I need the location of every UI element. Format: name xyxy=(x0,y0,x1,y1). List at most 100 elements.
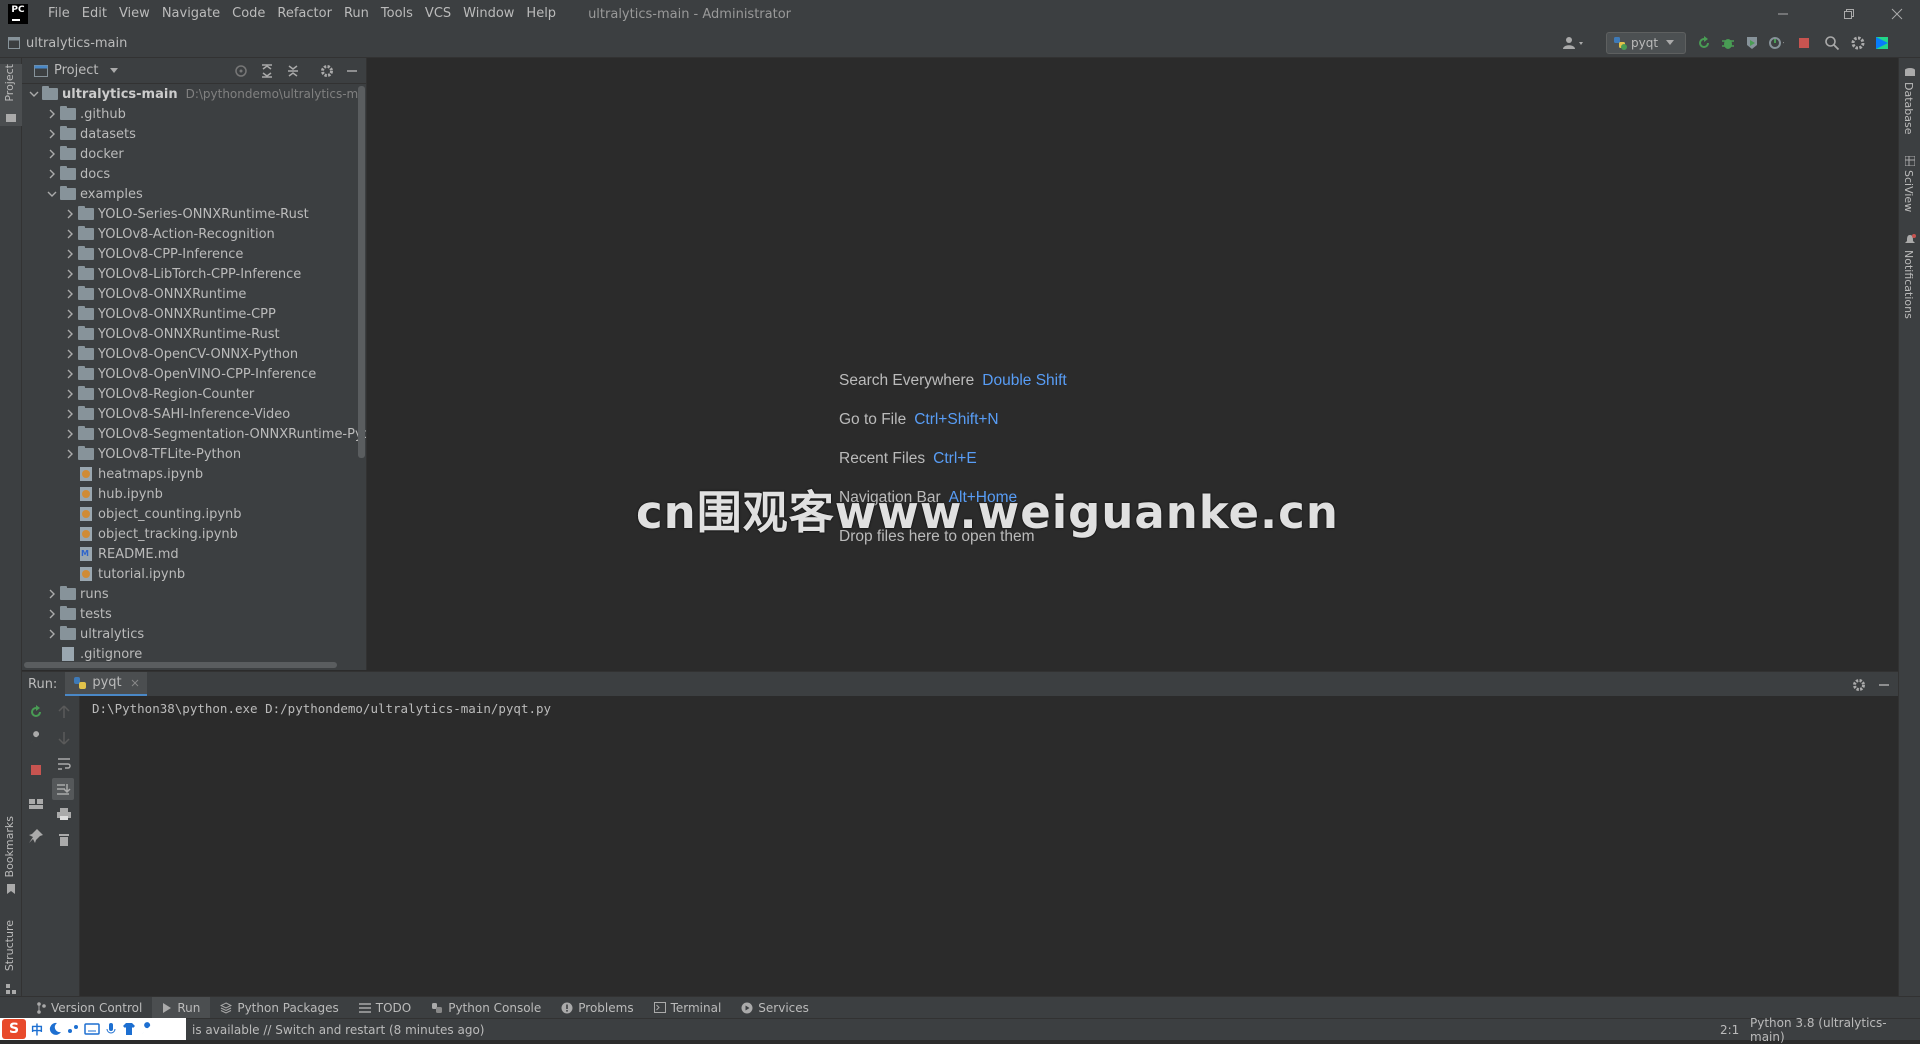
tab-terminal[interactable]: Terminal xyxy=(644,997,732,1019)
caret-position[interactable]: 2:1 xyxy=(1720,1023,1739,1037)
arrow-up-icon[interactable] xyxy=(56,704,72,720)
tree-vertical-scrollbar[interactable] xyxy=(358,86,365,458)
stop-icon[interactable] xyxy=(28,762,44,778)
tools-wrench-icon[interactable] xyxy=(140,1022,154,1036)
project-panel-title[interactable]: Project xyxy=(54,63,98,78)
menu-vcs[interactable]: VCS xyxy=(419,0,457,28)
tree-folder-item[interactable]: datasets xyxy=(44,124,136,144)
tree-file-item[interactable]: .gitignore xyxy=(44,644,142,664)
rerun-icon[interactable] xyxy=(1696,35,1712,51)
run-tab-pyqt[interactable]: pyqt xyxy=(65,671,147,697)
tree-folder-item[interactable]: YOLOv8-OpenCV-ONNX-Python xyxy=(62,344,298,364)
tree-folder-item[interactable]: YOLOv8-OpenVINO-CPP-Inference xyxy=(62,364,316,384)
keyboard-icon[interactable] xyxy=(84,1022,100,1036)
search-icon[interactable] xyxy=(1824,35,1840,51)
python-interpreter[interactable]: Python 3.8 (ultralytics-main) xyxy=(1750,1016,1920,1044)
jetbrains-toolbox-icon[interactable] xyxy=(1874,35,1890,51)
database-tool-tab[interactable]: Database xyxy=(1899,64,1920,140)
run-with-coverage-icon[interactable] xyxy=(1744,35,1760,51)
chevron-right-icon[interactable] xyxy=(62,366,78,382)
menu-code[interactable]: Code xyxy=(226,0,271,28)
tab-services[interactable]: Services xyxy=(731,997,819,1019)
chevron-right-icon[interactable] xyxy=(62,226,78,242)
tab-version-control[interactable]: Version Control xyxy=(26,997,152,1019)
tree-file-item[interactable]: heatmaps.ipynb xyxy=(62,464,203,484)
chevron-right-icon[interactable] xyxy=(44,126,60,142)
tab-todo[interactable]: TODO xyxy=(349,997,421,1019)
tree-folder-item[interactable]: ultralytics xyxy=(44,624,144,644)
minimize-button[interactable] xyxy=(1760,0,1806,28)
tree-folder-item[interactable]: YOLOv8-ONNXRuntime xyxy=(62,284,246,304)
chevron-right-icon[interactable] xyxy=(44,106,60,122)
tree-folder-item[interactable]: .github xyxy=(44,104,126,124)
chevron-right-icon[interactable] xyxy=(62,246,78,262)
chevron-right-icon[interactable] xyxy=(62,446,78,462)
ime-language-toggle[interactable]: 中 xyxy=(30,1022,44,1037)
menu-tools[interactable]: Tools xyxy=(375,0,419,28)
menu-run[interactable]: Run xyxy=(338,0,375,28)
debug-icon[interactable] xyxy=(1720,35,1736,51)
sogou-ime-logo-icon[interactable]: S xyxy=(2,1019,26,1039)
tree-file-item[interactable]: hub.ipynb xyxy=(62,484,163,504)
editor-empty-area[interactable]: Search Everywhere Double Shift Go to File… xyxy=(368,58,1898,670)
tree-file-item[interactable]: tutorial.ipynb xyxy=(62,564,185,584)
chevron-right-icon[interactable] xyxy=(44,166,60,182)
structure-tool-tab[interactable]: Structure xyxy=(0,920,22,996)
punctuation-icon[interactable] xyxy=(66,1022,80,1036)
chevron-right-icon[interactable] xyxy=(62,206,78,222)
chevron-right-icon[interactable] xyxy=(44,146,60,162)
scroll-to-end-button[interactable] xyxy=(52,778,74,800)
project-tool-tab[interactable]: Project xyxy=(0,64,22,126)
chevron-right-icon[interactable] xyxy=(44,606,60,622)
chevron-right-icon[interactable] xyxy=(62,346,78,362)
chevron-right-icon[interactable] xyxy=(62,426,78,442)
chevron-right-icon[interactable] xyxy=(44,626,60,642)
tree-folder-item[interactable]: YOLOv8-CPP-Inference xyxy=(62,244,243,264)
chevron-down-icon[interactable] xyxy=(44,186,60,202)
tree-file-item[interactable]: README.md xyxy=(62,544,179,564)
tree-folder-item[interactable]: YOLOv8-Region-Counter xyxy=(62,384,254,404)
pin-icon[interactable] xyxy=(28,828,44,844)
hide-panel-icon[interactable] xyxy=(1878,679,1890,691)
tree-file-item[interactable]: object_counting.ipynb xyxy=(62,504,242,524)
gear-icon[interactable] xyxy=(320,64,334,78)
print-icon[interactable] xyxy=(56,806,72,822)
profile-icon[interactable] xyxy=(1768,35,1784,51)
soft-wrap-icon[interactable] xyxy=(56,756,72,772)
chevron-right-icon[interactable] xyxy=(62,386,78,402)
tree-folder-item[interactable]: docker xyxy=(44,144,124,164)
chevron-right-icon[interactable] xyxy=(62,266,78,282)
tree-folder-item[interactable]: YOLO-Series-ONNXRuntime-Rust xyxy=(62,204,309,224)
notifications-tool-tab[interactable]: Notifications xyxy=(1899,230,1920,326)
chevron-right-icon[interactable] xyxy=(62,286,78,302)
tree-folder-item[interactable]: tests xyxy=(44,604,112,624)
chevron-right-icon[interactable] xyxy=(62,326,78,342)
chevron-right-icon[interactable] xyxy=(62,306,78,322)
mic-icon[interactable] xyxy=(104,1022,118,1036)
tree-horizontal-scrollbar[interactable] xyxy=(24,662,337,668)
bookmarks-tool-tab[interactable]: Bookmarks xyxy=(0,816,22,896)
expand-all-icon[interactable] xyxy=(260,64,274,78)
tree-folder-item[interactable]: runs xyxy=(44,584,109,604)
tree-folder-item[interactable]: YOLOv8-TFLite-Python xyxy=(62,444,241,464)
wrench-icon[interactable] xyxy=(28,730,44,746)
tree-folder-item[interactable]: YOLOv8-LibTorch-CPP-Inference xyxy=(62,264,301,284)
tree-folder-item[interactable]: YOLOv8-ONNXRuntime-CPP xyxy=(62,304,276,324)
tree-folder-item[interactable]: docs xyxy=(44,164,110,184)
tab-run[interactable]: Run xyxy=(152,996,211,1019)
restore-button[interactable] xyxy=(1826,0,1872,28)
tree-folder-item[interactable]: YOLOv8-Action-Recognition xyxy=(62,224,275,244)
skin-shirt-icon[interactable] xyxy=(122,1022,136,1036)
menu-file[interactable]: File xyxy=(42,0,76,28)
close-window-button[interactable] xyxy=(1874,0,1920,28)
menu-edit[interactable]: Edit xyxy=(76,0,113,28)
run-console-output[interactable]: D:\Python38\python.exe D:/pythondemo/ult… xyxy=(80,696,1898,996)
menu-navigate[interactable]: Navigate xyxy=(156,0,226,28)
chevron-down-icon[interactable] xyxy=(26,86,42,102)
tab-python-packages[interactable]: Python Packages xyxy=(210,997,348,1019)
tree-folder-item[interactable]: YOLOv8-ONNXRuntime-Rust xyxy=(62,324,280,344)
locate-file-icon[interactable] xyxy=(234,64,248,78)
close-tab-icon[interactable] xyxy=(131,679,139,687)
menu-window[interactable]: Window xyxy=(457,0,520,28)
tree-root-ultralytics-main[interactable]: ultralytics-main D:\pythondemo\ultralytic… xyxy=(26,84,366,104)
